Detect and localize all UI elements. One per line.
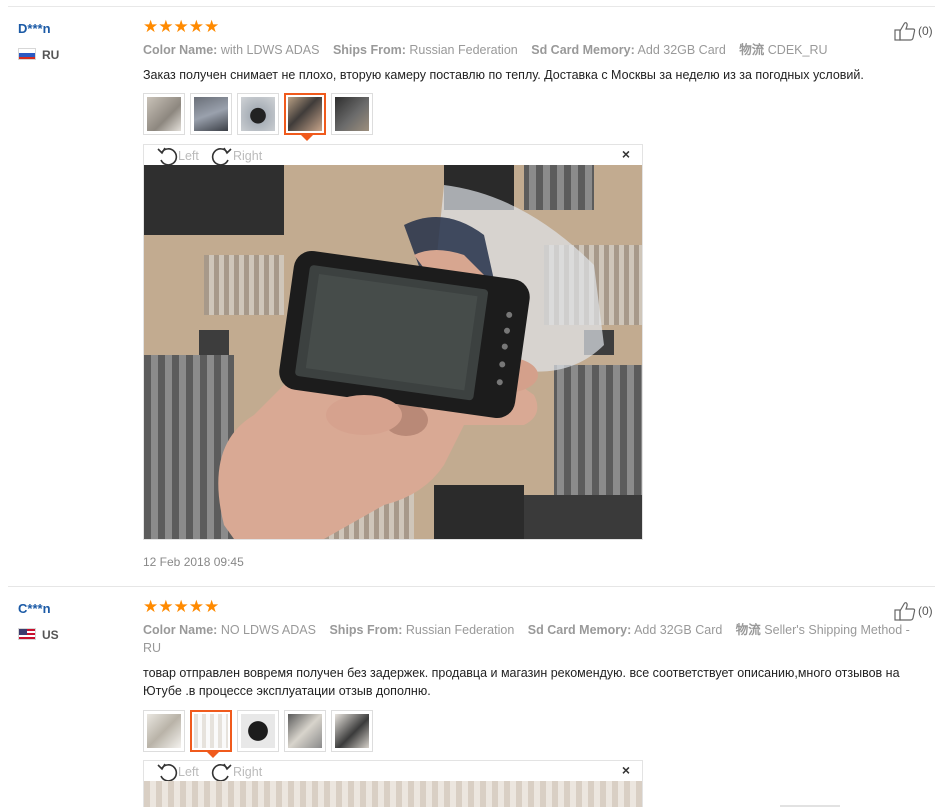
close-icon[interactable]: × xyxy=(622,762,630,778)
country-flag-icon xyxy=(18,48,36,60)
helpful-button[interactable]: (0) xyxy=(894,601,933,621)
order-attributes: Color Name: with LDWS ADAS Ships From: R… xyxy=(143,41,913,59)
rotate-left-icon xyxy=(157,763,178,782)
photo-thumbnail[interactable] xyxy=(143,710,185,752)
rotate-right-button[interactable]: Right xyxy=(211,762,262,782)
photo-thumbnails xyxy=(143,710,378,758)
like-count: (0) xyxy=(918,24,933,38)
viewer-toolbar: Left Right × xyxy=(144,761,642,782)
order-attributes: Color Name: NO LDWS ADAS Ships From: Rus… xyxy=(143,621,913,657)
photo-thumbnail[interactable] xyxy=(190,93,232,135)
photo-thumbnail-selected[interactable] xyxy=(190,710,232,758)
attr-value: CDEK_RU xyxy=(767,43,828,57)
attr-key: Sd Card Memory: xyxy=(531,43,635,57)
attr-value: Russian Federation xyxy=(409,43,518,57)
rotate-right-icon xyxy=(211,763,232,782)
rotate-right-icon xyxy=(211,147,232,166)
review-text: товар отправлен вовремя получен без заде… xyxy=(143,666,900,698)
selected-caret xyxy=(207,752,219,758)
attr-key: 物流 xyxy=(735,623,761,637)
photo-viewer: Left Right × xyxy=(143,760,643,807)
review-date: 12 Feb 2018 09:45 xyxy=(143,555,244,569)
photo-thumbnail[interactable] xyxy=(143,93,185,135)
photo-thumbnail[interactable] xyxy=(331,710,373,752)
photo-thumbnail[interactable] xyxy=(331,93,373,135)
rotate-left-label: Left xyxy=(178,765,199,779)
thumbs-up-icon xyxy=(894,602,916,621)
attr-key: 物流 xyxy=(739,43,765,57)
reviewer-name: D***n xyxy=(18,21,51,36)
attr-key: Ships From: xyxy=(329,623,403,637)
photo-viewer: Left Right × xyxy=(143,144,643,540)
photo-thumbnail-selected[interactable] xyxy=(284,93,326,141)
like-count: (0) xyxy=(918,604,933,618)
star-rating: ★★★★★ xyxy=(143,17,220,36)
photo-thumbnails xyxy=(143,93,378,141)
photo-thumbnail[interactable] xyxy=(237,710,279,752)
attr-value: Add 32GB Card xyxy=(634,623,723,637)
attr-key: Color Name: xyxy=(143,623,218,637)
star-rating: ★★★★★ xyxy=(143,597,220,616)
attr-value: Add 32GB Card xyxy=(637,43,726,57)
divider xyxy=(8,6,935,7)
thumbs-up-icon xyxy=(894,22,916,41)
rotate-right-button[interactable]: Right xyxy=(211,146,262,166)
rotate-left-label: Left xyxy=(178,149,199,163)
attr-key: Color Name: xyxy=(143,43,218,57)
review-photo xyxy=(144,781,642,807)
photo-thumbnail[interactable] xyxy=(284,710,326,752)
attr-key: Sd Card Memory: xyxy=(527,623,632,637)
helpful-button[interactable]: (0) xyxy=(894,21,933,41)
viewer-toolbar: Left Right × xyxy=(144,145,642,166)
rotate-right-label: Right xyxy=(233,765,263,779)
photo-thumbnail[interactable] xyxy=(237,93,279,135)
attr-value: Russian Federation xyxy=(405,623,515,637)
rotate-left-icon xyxy=(157,147,178,166)
rotate-left-button[interactable]: Left xyxy=(156,146,199,166)
attr-value: NO LDWS ADAS xyxy=(220,623,316,637)
rotate-right-label: Right xyxy=(233,149,263,163)
review-photo xyxy=(144,165,642,539)
close-icon[interactable]: × xyxy=(622,146,630,162)
reviewer-country: US xyxy=(42,628,59,642)
divider xyxy=(8,586,935,587)
reviewer-name: C***n xyxy=(18,601,51,616)
country-flag-icon xyxy=(18,628,36,640)
review-text: Заказ получен снимает не плохо, вторую к… xyxy=(143,68,864,82)
reviewer-country: RU xyxy=(42,48,60,62)
review-item: C***n US ★★★★★ (0) Color Name: NO LDWS A… xyxy=(0,586,943,807)
selected-caret xyxy=(301,135,313,141)
attr-value: with LDWS ADAS xyxy=(220,43,320,57)
attr-key: Ships From: xyxy=(332,43,406,57)
rotate-left-button[interactable]: Left xyxy=(156,762,199,782)
review-item: D***n RU ★★★★★ (0) Color Name: with LDWS… xyxy=(0,0,943,586)
